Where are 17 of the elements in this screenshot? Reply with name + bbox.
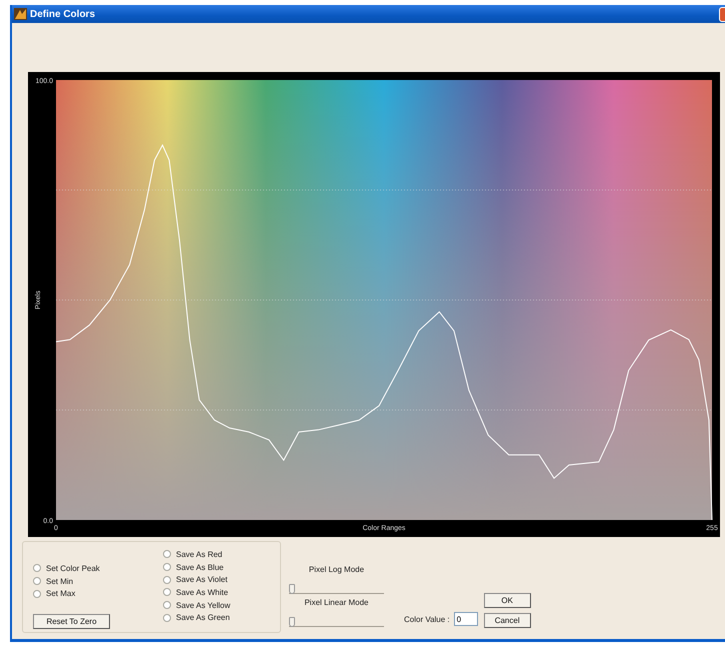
radio-label: Set Min (46, 576, 74, 586)
color-value-label: Color Value : (404, 614, 450, 624)
radio-label: Save As Violet (176, 575, 228, 584)
radio-label: Save As Yellow (176, 600, 230, 610)
radio-label: Save As Red (176, 550, 222, 559)
reset-button[interactable]: Reset To Zero (33, 614, 110, 630)
radio-label: Save As Green (176, 613, 230, 622)
slider-label: Pixel Log Mode (308, 565, 364, 574)
cancel-button[interactable]: Cancel (484, 613, 531, 628)
radio-label: Set Max (46, 589, 76, 598)
ok-button[interactable]: OK (484, 593, 531, 608)
slider-label: Pixel Linear Mode (304, 598, 369, 607)
radio-label: Save As Blue (176, 562, 224, 572)
color-value-field[interactable]: 0 (454, 612, 478, 626)
window-title: Define Colors (30, 8, 96, 20)
radio-label: Save As White (176, 588, 228, 597)
radio-label: Set Color Peak (46, 564, 100, 573)
